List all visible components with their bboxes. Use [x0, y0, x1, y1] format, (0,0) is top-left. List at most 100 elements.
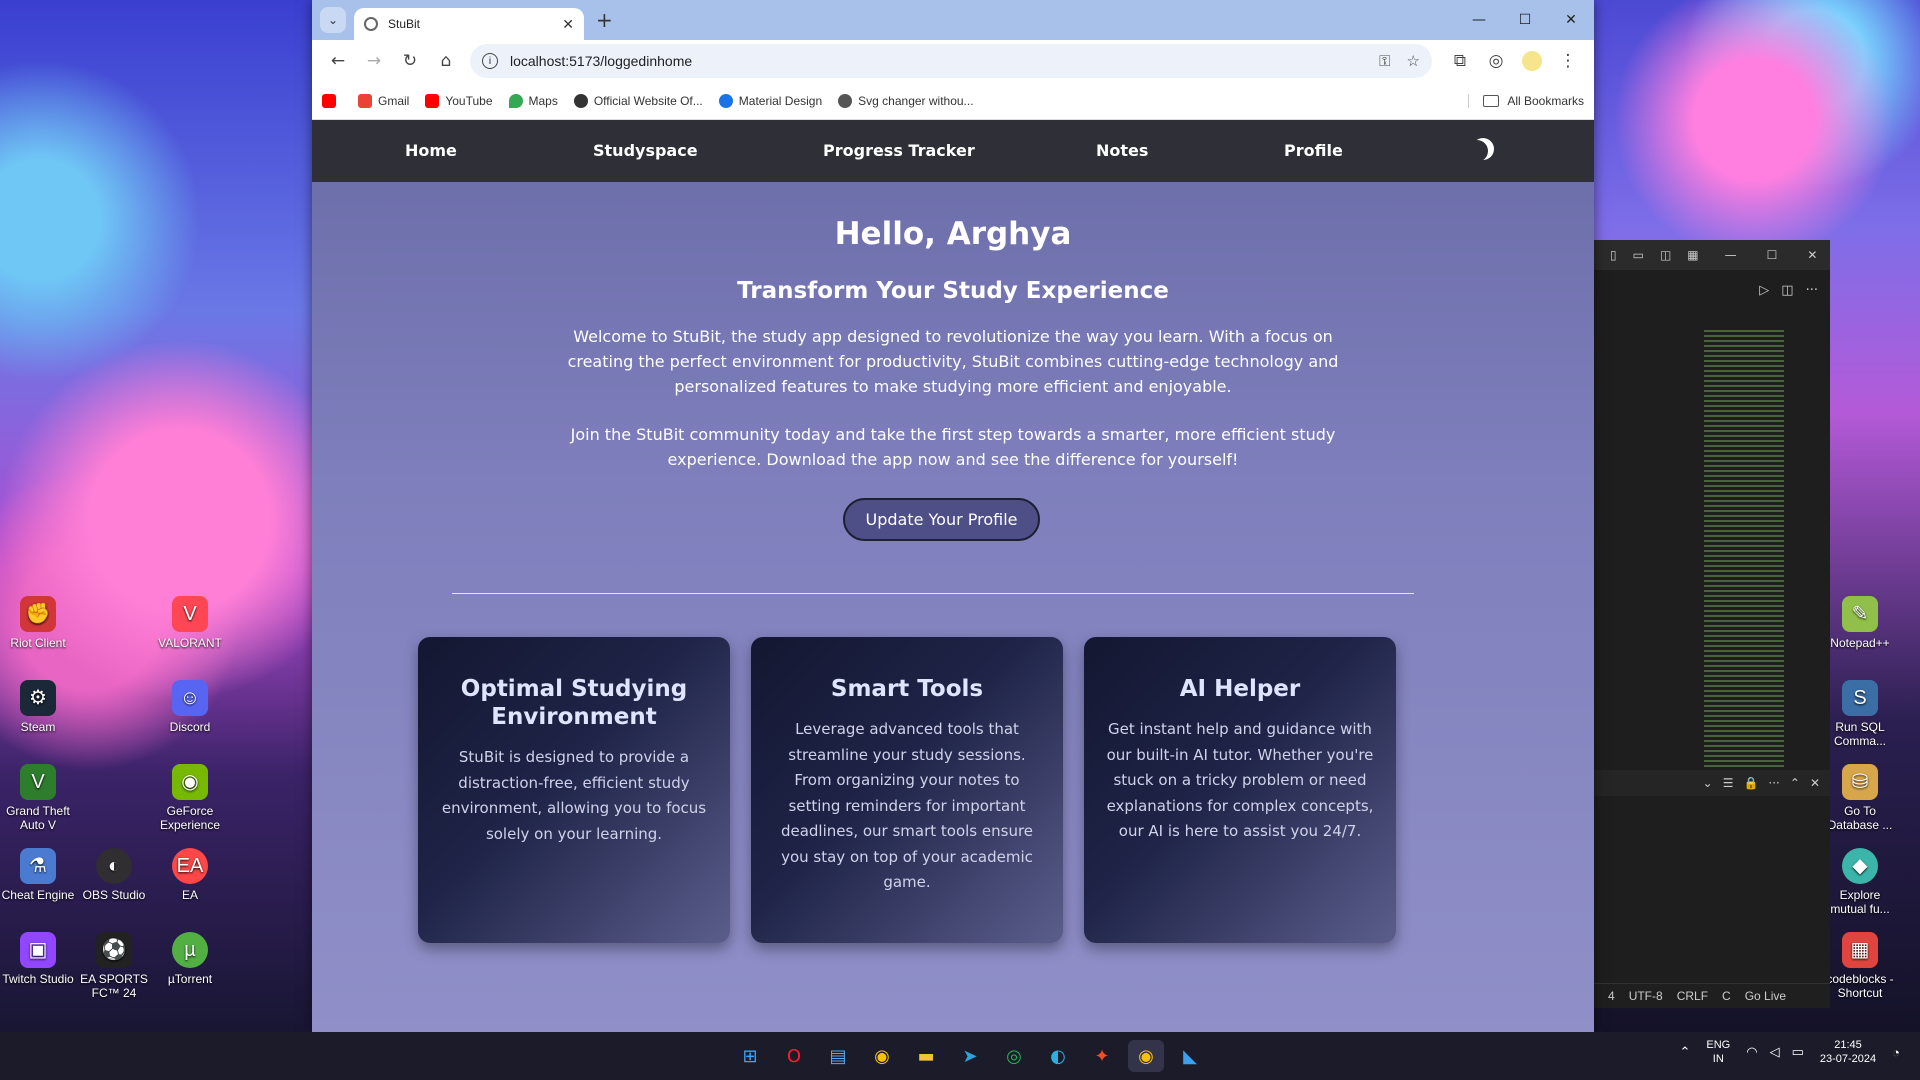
bookmark-svg-changer[interactable]: Svg changer withou... [838, 93, 974, 108]
clock[interactable]: 21:45 23-07-2024 [1820, 1038, 1876, 1066]
bookmark-official-website[interactable]: Official Website Of... [573, 93, 703, 108]
desktop-icon-obs[interactable]: ◐ OBS Studio [76, 848, 152, 902]
minimap[interactable] [1704, 330, 1784, 770]
nav-notes[interactable]: Notes [1096, 141, 1148, 160]
avatar[interactable] [1522, 51, 1542, 71]
figma-icon[interactable]: ✦ [1084, 1040, 1120, 1072]
desktop-icon-notepadpp[interactable]: ✎ Notepad++ [1822, 596, 1898, 650]
bookmark-material-design[interactable]: Material Design [718, 93, 822, 108]
menu-icon[interactable]: ⋮ [1550, 45, 1586, 77]
lock-icon[interactable]: 🔒 [1743, 776, 1758, 790]
close-icon[interactable]: ✕ [1810, 776, 1820, 790]
spotify-icon[interactable]: ◎ [996, 1040, 1032, 1072]
back-button[interactable]: ← [320, 45, 356, 77]
desktop-icon-valorant[interactable]: V VALORANT [152, 596, 228, 650]
status-item[interactable]: 4 [1608, 989, 1615, 1003]
bookmark-youtube[interactable]: YouTube [425, 93, 493, 108]
forward-button[interactable]: → [356, 45, 392, 77]
extensions-icon[interactable]: ⧉ [1442, 45, 1478, 77]
vscode-icon[interactable]: ◣ [1172, 1040, 1208, 1072]
run-icon[interactable]: ▷ [1759, 283, 1769, 298]
panel-icon[interactable]: ▭ [1633, 248, 1644, 262]
desktop-icon-discord[interactable]: ☺ Discord [152, 680, 228, 734]
chrome-active-icon[interactable]: ◉ [1128, 1040, 1164, 1072]
url-text[interactable]: localhost:5173/loggedinhome [510, 53, 1363, 69]
desktop-icon-geforce[interactable]: ◉ GeForce Experience [152, 764, 228, 832]
split-icon[interactable]: ◫ [1660, 248, 1671, 262]
desktop-icon-cheat-engine[interactable]: ⚗ Cheat Engine [0, 848, 76, 902]
status-go-live[interactable]: Go Live [1745, 989, 1786, 1003]
chrome-icon[interactable]: ◉ [864, 1040, 900, 1072]
nav-profile[interactable]: Profile [1284, 141, 1343, 160]
minimize-button[interactable]: — [1456, 0, 1502, 40]
close-icon[interactable]: ✕ [1807, 248, 1817, 262]
maximize-icon[interactable]: ☐ [1767, 248, 1778, 262]
bookmark-youtube-icon-only[interactable] [322, 93, 342, 108]
bookmark-maps[interactable]: Maps [508, 93, 558, 108]
split-editor-icon[interactable]: ◫ [1781, 283, 1793, 298]
desktop-icon-riot-client[interactable]: ✊ Riot Client [0, 596, 76, 650]
telegram-icon[interactable]: ➤ [952, 1040, 988, 1072]
more-icon[interactable]: ··· [1768, 776, 1779, 790]
maximize-button[interactable]: ☐ [1502, 0, 1548, 40]
opera-icon[interactable]: O [776, 1040, 812, 1072]
desktop-icon-ea[interactable]: EA EA [152, 848, 228, 902]
moon-icon[interactable] [1466, 140, 1488, 162]
youtube-icon [425, 93, 440, 108]
extension-icon[interactable]: ◎ [1478, 45, 1514, 77]
desktop-icon-explore[interactable]: ◆ Explore mutual fu... [1822, 848, 1898, 916]
status-encoding[interactable]: UTF-8 [1629, 989, 1663, 1003]
volume-icon[interactable]: ◁ [1770, 1044, 1780, 1060]
language-indicator[interactable]: ENG IN [1706, 1038, 1730, 1066]
status-language[interactable]: C [1722, 989, 1731, 1003]
list-icon[interactable]: ☰ [1723, 776, 1734, 790]
explore-icon: ◆ [1842, 848, 1878, 884]
status-eol[interactable]: CRLF [1677, 989, 1708, 1003]
file-explorer-icon[interactable]: ▬ [908, 1040, 944, 1072]
nav-studyspace[interactable]: Studyspace [593, 141, 698, 160]
home-button[interactable]: ⌂ [428, 45, 464, 77]
all-bookmarks[interactable]: All Bookmarks [1468, 93, 1584, 108]
nav-progress-tracker[interactable]: Progress Tracker [823, 141, 975, 160]
layout-icon[interactable]: ▯ [1610, 248, 1617, 262]
new-tab-button[interactable]: + [596, 8, 613, 32]
vscode-window[interactable]: ▯ ▭ ◫ ▦ — ☐ ✕ ▷ ◫ ··· ⌄ ☰ 🔒 ··· ⌃ ✕ 4 UT… [1594, 240, 1830, 1008]
grid-icon[interactable]: ▦ [1687, 248, 1698, 262]
tab-close-button[interactable]: ✕ [562, 16, 574, 33]
notification-bell-icon[interactable]: ◔ [1892, 1045, 1900, 1060]
desktop-icon-sql[interactable]: S Run SQL Comma... [1822, 680, 1898, 748]
nav-home[interactable]: Home [405, 141, 457, 160]
key-icon[interactable]: ⚿ [1379, 53, 1390, 70]
chevron-up-icon[interactable]: ⌃ [1790, 776, 1800, 790]
tab-search-button[interactable]: ⌄ [320, 7, 346, 33]
desktop-icon-database[interactable]: ⛁ Go To Database ... [1822, 764, 1898, 832]
close-button[interactable]: ✕ [1548, 0, 1594, 40]
reload-button[interactable]: ↻ [392, 45, 428, 77]
desktop-icon-gta[interactable]: V Grand Theft Auto V [0, 764, 76, 832]
desktop-icon-utorrent[interactable]: µ µTorrent [152, 932, 228, 986]
feature-card-ai-helper: AI Helper Get instant help and guidance … [1084, 637, 1396, 943]
desktop-icon-codeblocks[interactable]: ▦ codeblocks - Shortcut [1822, 932, 1898, 1000]
wifi-icon[interactable]: ◠ [1746, 1044, 1757, 1060]
tab-stubit[interactable]: StuBit ✕ [354, 8, 584, 40]
chevron-down-icon[interactable]: ⌄ [1703, 776, 1713, 790]
start-icon[interactable]: ⊞ [732, 1040, 768, 1072]
card-text: Leverage advanced tools that streamline … [780, 720, 1034, 891]
chevron-up-icon[interactable]: ⌃ [1679, 1044, 1690, 1060]
address-bar[interactable]: i localhost:5173/loggedinhome ⚿ ☆ [470, 44, 1432, 78]
desktop-icon-steam[interactable]: ⚙ Steam [0, 680, 76, 734]
update-profile-button[interactable]: Update Your Profile [843, 498, 1040, 541]
more-icon[interactable]: ··· [1806, 283, 1818, 298]
card-text: StuBit is designed to provide a distract… [441, 748, 707, 843]
desktop-icon-ea-sports-fc[interactable]: ⚽ EA SPORTS FC™ 24 [76, 932, 152, 1000]
info-icon[interactable]: i [482, 53, 498, 69]
edge-icon[interactable]: ◐ [1040, 1040, 1076, 1072]
star-icon[interactable]: ☆ [1407, 52, 1420, 70]
minimize-icon[interactable]: — [1725, 248, 1737, 262]
desktop-icon-twitch[interactable]: ▣ Twitch Studio [0, 932, 76, 986]
store-icon[interactable]: ▤ [820, 1040, 856, 1072]
bookmark-gmail[interactable]: Gmail [358, 93, 409, 108]
discord-icon: ☺ [172, 680, 208, 716]
hero-subtitle: Transform Your Study Experience [737, 278, 1169, 304]
battery-icon[interactable]: ▭ [1792, 1044, 1804, 1060]
